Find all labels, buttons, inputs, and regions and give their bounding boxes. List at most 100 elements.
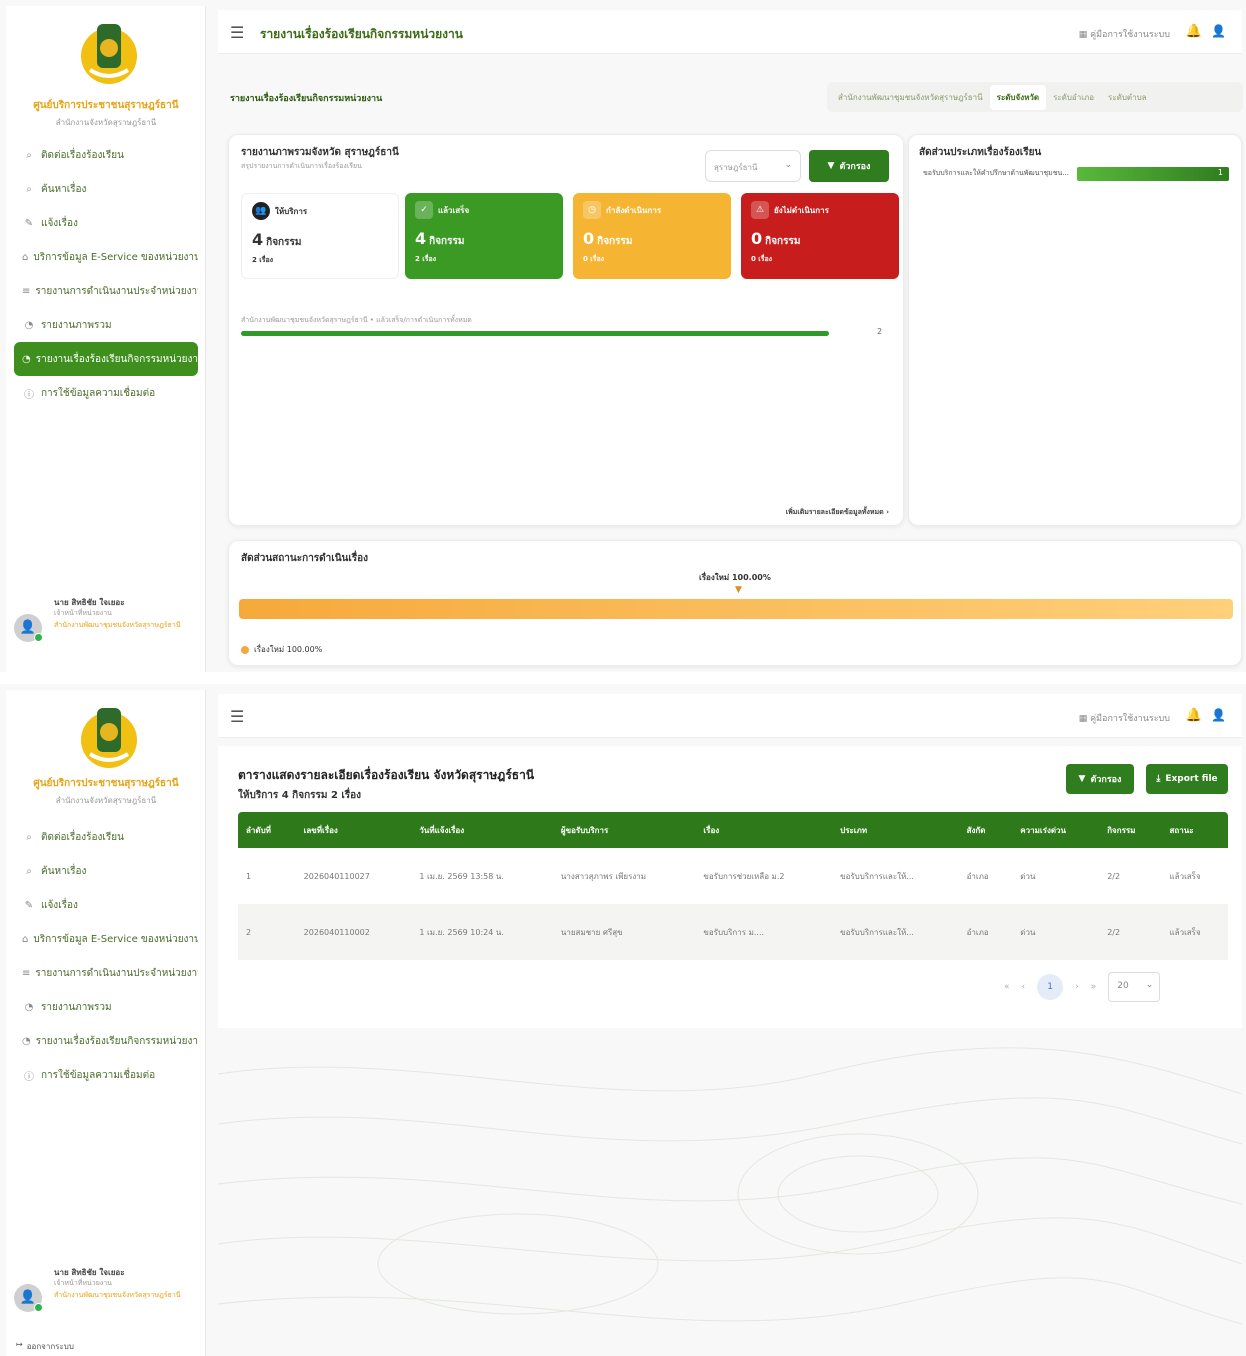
column-header[interactable]: วันที่แจ้งเรื่อง bbox=[411, 812, 553, 848]
table-cell: ขอรับบริการและให้... bbox=[832, 904, 959, 960]
sidebar-item[interactable]: ✎ แจ้งเรื่อง bbox=[14, 206, 198, 240]
sidebar-item[interactable]: ◔ รายงานภาพรวม bbox=[14, 990, 198, 1024]
table-cell: ขอรับบริการและให้... bbox=[840, 871, 914, 881]
sidebar-menu: ⌕ ติดต่อเรื่องร้องเรียน ⌕ ค้นหาเรื่อง ✎ แจ้งเ… bbox=[14, 820, 198, 1092]
sidebar-item-label: บริการข้อมูล E-Service ของหน่วยงาน bbox=[33, 933, 198, 945]
sidebar-item[interactable]: ◔ รายงานเรื่องร้องเรียนกิจกรรมหน่วยงาน bbox=[14, 1024, 198, 1058]
first-page-button[interactable]: « bbox=[1004, 982, 1010, 992]
progress-label: สำนักงานพัฒนาชุมชนจังหวัดสุราษฎร์ธานี • … bbox=[241, 316, 472, 324]
sidebar-item[interactable]: ⌕ ติดต่อเรื่องร้องเรียน bbox=[14, 820, 198, 854]
chart-icon: ◔ bbox=[24, 1001, 34, 1013]
sidebar-item[interactable]: ◔ รายงานเรื่องร้องเรียนกิจกรรมหน่วยงาน bbox=[14, 342, 198, 376]
menu-icon[interactable]: ☰ bbox=[230, 23, 244, 42]
user-profile[interactable]: 👤 นาย สิทธิชัย ใจเยอะ เจ้าหน้าที่หน่วยงา… bbox=[14, 596, 204, 666]
sidebar-item[interactable]: ⌂ บริการข้อมูล E-Service ของหน่วยงาน bbox=[14, 922, 198, 956]
stat-card[interactable]: ✓ แล้วเสร็จ 4 กิจกรรม 2 เรื่อง bbox=[405, 193, 563, 279]
logout-button[interactable]: ↦ ออกจากระบบ bbox=[16, 1340, 74, 1353]
column-header[interactable]: เรื่อง bbox=[695, 812, 833, 848]
column-header[interactable]: สังกัด bbox=[958, 812, 1013, 848]
table-cell: อำเภอ bbox=[958, 904, 1013, 960]
manual-link[interactable]: ▦ คู่มือการใช้งานระบบ bbox=[1079, 711, 1170, 725]
sidebar-item[interactable]: ⌕ ค้นหาเรื่อง bbox=[14, 172, 198, 206]
filter-label: ตัวกรอง bbox=[1090, 775, 1122, 785]
manual-link[interactable]: ▦ คู่มือการใช้งานระบบ bbox=[1079, 27, 1170, 41]
next-page-button[interactable]: › bbox=[1075, 982, 1079, 992]
type-row-label: ขอรับบริการและให้คำปรึกษาด้านพัฒนาชุมชน.… bbox=[923, 169, 1070, 177]
table-row[interactable]: 2 2026040110002 1 เม.ย. 2569 10:24 น. นายสม… bbox=[238, 904, 1228, 960]
sidebar-item[interactable]: ✎ แจ้งเรื่อง bbox=[14, 888, 198, 922]
avatar[interactable]: 👤 bbox=[14, 614, 43, 642]
sidebar-item-label: รายงานเรื่องร้องเรียนกิจกรรมหน่วยงาน bbox=[35, 353, 198, 365]
prev-page-button[interactable]: ‹ bbox=[1022, 982, 1026, 992]
sidebar-item[interactable]: ⓘ การใช้ข้อมูลความเชื่อมต่อ bbox=[14, 1058, 198, 1092]
last-page-button[interactable]: » bbox=[1091, 982, 1097, 992]
tab[interactable]: ระดับอำเภอ bbox=[1046, 85, 1101, 110]
status-marker-label: เรื่องใหม่ 100.00% bbox=[699, 573, 771, 582]
search-icon: ⌕ bbox=[26, 865, 32, 877]
bell-icon[interactable]: 🔔 bbox=[1186, 24, 1202, 39]
search-icon: ⌕ bbox=[26, 149, 32, 161]
sidebar-item-label: ค้นหาเรื่อง bbox=[41, 865, 87, 877]
sidebar-item[interactable]: ≡ รายงานการดำเนินงานประจำหน่วยงาน bbox=[14, 274, 198, 308]
sidebar-item[interactable]: ≡ รายงานการดำเนินงานประจำหน่วยงาน bbox=[14, 956, 198, 990]
sidebar: ศูนย์บริการประชาชนสุราษฎร์ธานี สำนักงานจ… bbox=[6, 6, 206, 672]
page-size-value: 20 bbox=[1117, 981, 1129, 991]
page-size-select[interactable]: 20 ⌄ bbox=[1108, 972, 1161, 1002]
chart-icon: ◔ bbox=[22, 1035, 31, 1047]
table-cell: ขอรับการช่วยเหลือ ม.2 bbox=[703, 871, 785, 881]
table-cell: ขอรับบริการ ม.... bbox=[695, 904, 833, 960]
check-icon: ✓ bbox=[415, 201, 433, 219]
table-cell: นางสาวสุภาพร เพียรงาม bbox=[560, 871, 647, 881]
tab[interactable]: ระดับตำบล bbox=[1101, 85, 1154, 110]
stat-sub: 0 เรื่อง bbox=[751, 255, 773, 263]
province-select-value: สุราษฎร์ธานี bbox=[714, 163, 758, 172]
tab[interactable]: สำนักงานพัฒนาชุมชนจังหวัดสุราษฎร์ธานี bbox=[831, 85, 990, 110]
table-row[interactable]: 1 2026040110027 1 เม.ย. 2569 13:58 น. นางสา… bbox=[238, 848, 1228, 904]
sidebar-item[interactable]: ◔ รายงานภาพรวม bbox=[14, 308, 198, 342]
filter-button[interactable]: ▼ ตัวกรอง bbox=[1066, 764, 1134, 794]
tab[interactable]: ระดับจังหวัด bbox=[989, 84, 1047, 110]
stat-card[interactable]: 👥 ให้บริการ 4 กิจกรรม 2 เรื่อง bbox=[241, 193, 399, 279]
user-icon[interactable]: 👤 bbox=[1211, 24, 1226, 38]
province-select[interactable]: สุราษฎร์ธานี ⌄ bbox=[705, 150, 801, 182]
column-header[interactable]: ลำดับที่ bbox=[238, 812, 296, 848]
pagination: « ‹ 1 › » 20 ⌄ bbox=[1004, 972, 1161, 1002]
stat-card[interactable]: ◷ กำลังดำเนินการ 0 กิจกรรม 0 เรื่อง bbox=[573, 193, 731, 279]
menu-icon[interactable]: ☰ bbox=[230, 707, 244, 726]
bell-icon[interactable]: 🔔 bbox=[1186, 708, 1202, 723]
sidebar-item[interactable]: ⌕ ติดต่อเรื่องร้องเรียน bbox=[14, 138, 198, 172]
filter-label: ตัวกรอง bbox=[839, 162, 871, 172]
column-header[interactable]: ความเร่งด่วน bbox=[1012, 812, 1100, 848]
avatar[interactable]: 👤 bbox=[14, 1284, 43, 1312]
type-bar-value: 1 bbox=[1217, 168, 1223, 177]
filter-button[interactable]: ▼ ตัวกรอง bbox=[809, 150, 889, 182]
stat-card[interactable]: ⚠ ยังไม่ดำเนินการ 0 กิจกรรม 0 เรื่อง bbox=[741, 193, 899, 279]
sidebar-item[interactable]: ⓘ การใช้ข้อมูลความเชื่อมต่อ bbox=[14, 376, 198, 410]
home-icon: ⌂ bbox=[22, 251, 29, 263]
export-button[interactable]: ⤓ Export file bbox=[1146, 764, 1228, 794]
user-icon[interactable]: 👤 bbox=[1211, 708, 1226, 722]
column-header[interactable]: กิจกรรม bbox=[1099, 812, 1162, 848]
column-header[interactable]: ผู้ขอรับบริการ bbox=[552, 812, 696, 848]
page-number[interactable]: 1 bbox=[1037, 974, 1064, 1000]
list-icon: ≡ bbox=[22, 967, 31, 979]
status-bar-fill[interactable] bbox=[239, 599, 1233, 619]
app-logo bbox=[81, 24, 137, 84]
home-icon: ⌂ bbox=[22, 933, 29, 945]
stat-label: แล้วเสร็จ bbox=[438, 205, 470, 215]
column-header[interactable]: เลขที่เรื่อง bbox=[295, 812, 412, 848]
stat-value-row: 0 กิจกรรม bbox=[583, 229, 721, 249]
user-icon: 👥 bbox=[252, 202, 270, 220]
export-label: Export file bbox=[1165, 774, 1218, 784]
user-org: สำนักงานพัฒนาชุมชนจังหวัดสุราษฎร์ธานี bbox=[54, 621, 181, 629]
column-header[interactable]: สถานะ bbox=[1161, 812, 1228, 848]
logout-icon: ↦ bbox=[16, 1340, 23, 1349]
user-profile[interactable]: 👤 นาย สิทธิชัย ใจเยอะ เจ้าหน้าที่หน่วยงา… bbox=[14, 1266, 204, 1336]
stat-value-row: 0 กิจกรรม bbox=[751, 229, 889, 249]
column-header[interactable]: ประเภท bbox=[832, 812, 959, 848]
sidebar-item-label: แจ้งเรื่อง bbox=[41, 899, 78, 911]
sidebar-item[interactable]: ⌕ ค้นหาเรื่อง bbox=[14, 854, 198, 888]
chevron-down-icon: ⌄ bbox=[784, 160, 792, 170]
see-all-link[interactable]: เพิ่มเติมรายละเอียดข้อมูลทั้งหมด › bbox=[786, 507, 889, 518]
sidebar-item[interactable]: ⌂ บริการข้อมูล E-Service ของหน่วยงาน bbox=[14, 240, 198, 274]
